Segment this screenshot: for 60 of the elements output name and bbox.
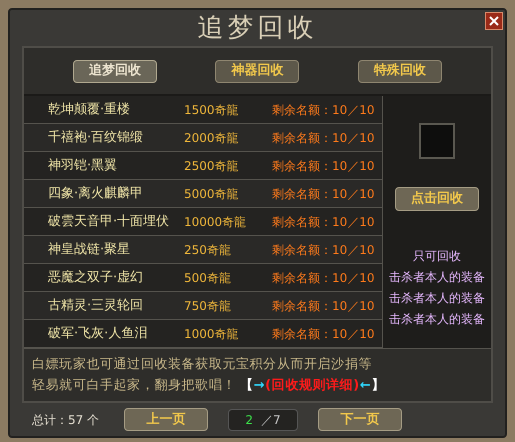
item-quota: 剩余名额：10／10 (272, 298, 375, 314)
table-row[interactable]: 恶魔之双子·虚幻 500奇龍 剩余名额：10／10 (24, 264, 382, 292)
total-count: 总计：57 个 (32, 412, 100, 428)
item-name: 千禧袍·百纹锦缎 (48, 128, 144, 147)
bracket-text: 】 (371, 377, 385, 395)
item-name: 神皇战链·聚星 (48, 240, 132, 259)
rules-link[interactable]: (回收规则详细) (265, 375, 360, 396)
item-price: 1000奇龍 (184, 326, 240, 342)
table-row[interactable]: 破雲天音甲·十面埋伏 10000奇龍 剩余名额：10／10 (24, 208, 382, 236)
item-price: 750奇龍 (184, 298, 232, 314)
bracket-text: 【 (240, 377, 254, 395)
prev-page-button[interactable]: 上一页 (124, 408, 208, 431)
table-row[interactable]: 神羽铠·黑翼 2500奇龍 剩余名额：10／10 (24, 152, 382, 180)
tab[interactable]: 神器回收 (215, 60, 300, 82)
item-slot (419, 123, 455, 159)
note-text: 击杀者本人的装备 (389, 290, 485, 307)
note-title: 只可回收 (413, 248, 461, 265)
recycle-button[interactable]: 点击回收 (395, 187, 479, 211)
notice-text: 白嫖玩家也可通过回收装备获取元宝积分从而开启沙捐等 (32, 356, 373, 374)
item-quota: 剩余名额：10／10 (272, 326, 375, 342)
note-text: 击杀者本人的装备 (389, 311, 485, 328)
tab[interactable]: 追梦回收 (73, 60, 158, 82)
table-row[interactable]: 四象·离火麒麟甲 5000奇龍 剩余名额：10／10 (24, 180, 382, 208)
item-price: 5000奇龍 (184, 186, 240, 202)
item-name: 古精灵·三灵轮回 (48, 296, 144, 315)
window-title: 追梦回收 (198, 12, 318, 44)
item-name: 四象·离火麒麟甲 (48, 184, 144, 203)
arrow-text: → (254, 377, 266, 395)
item-name: 神羽铠·黑翼 (48, 156, 118, 175)
item-price: 2000奇龍 (184, 130, 240, 146)
close-button[interactable] (485, 12, 503, 30)
item-price: 500奇龍 (184, 270, 232, 286)
item-name: 乾坤颠覆·重楼 (48, 100, 132, 119)
item-quota: 剩余名额：10／10 (272, 214, 375, 230)
table-row[interactable]: 乾坤颠覆·重楼 1500奇龍 剩余名额：10／10 (24, 96, 382, 124)
item-quota: 剩余名额：10／10 (272, 102, 375, 118)
item-price: 1500奇龍 (184, 102, 240, 118)
page-total: ／7 (261, 412, 281, 428)
item-quota: 剩余名额：10／10 (272, 270, 375, 286)
table-row[interactable]: 古精灵·三灵轮回 750奇龍 剩余名额：10／10 (24, 292, 382, 320)
next-page-button[interactable]: 下一页 (318, 408, 402, 431)
table-row[interactable]: 千禧袍·百纹锦缎 2000奇龍 剩余名额：10／10 (24, 124, 382, 152)
item-name: 破军·飞灰·人鱼泪 (48, 324, 148, 343)
item-name: 破雲天音甲·十面埋伏 (48, 212, 170, 231)
close-icon (489, 16, 499, 26)
item-price: 2500奇龍 (184, 158, 240, 174)
item-quota: 剩余名额：10／10 (272, 158, 375, 174)
arrow-text: ← (360, 377, 372, 395)
item-name: 恶魔之双子·虚幻 (48, 268, 144, 287)
item-price: 250奇龍 (184, 242, 232, 258)
item-quota: 剩余名额：10／10 (272, 242, 375, 258)
note-text: 击杀者本人的装备 (389, 269, 485, 286)
item-quota: 剩余名额：10／10 (272, 186, 375, 202)
tab[interactable]: 特殊回收 (358, 60, 442, 82)
table-row[interactable]: 神皇战链·聚星 250奇龍 剩余名额：10／10 (24, 236, 382, 264)
item-price: 10000奇龍 (184, 214, 248, 230)
table-row[interactable]: 破军·飞灰·人鱼泪 1000奇龍 剩余名额：10／10 (24, 320, 382, 348)
item-quota: 剩余名额：10／10 (272, 130, 375, 146)
notice-text: 轻易就可白手起家，翻身把歌唱！ (32, 377, 236, 395)
current-page: 2 (245, 412, 253, 428)
